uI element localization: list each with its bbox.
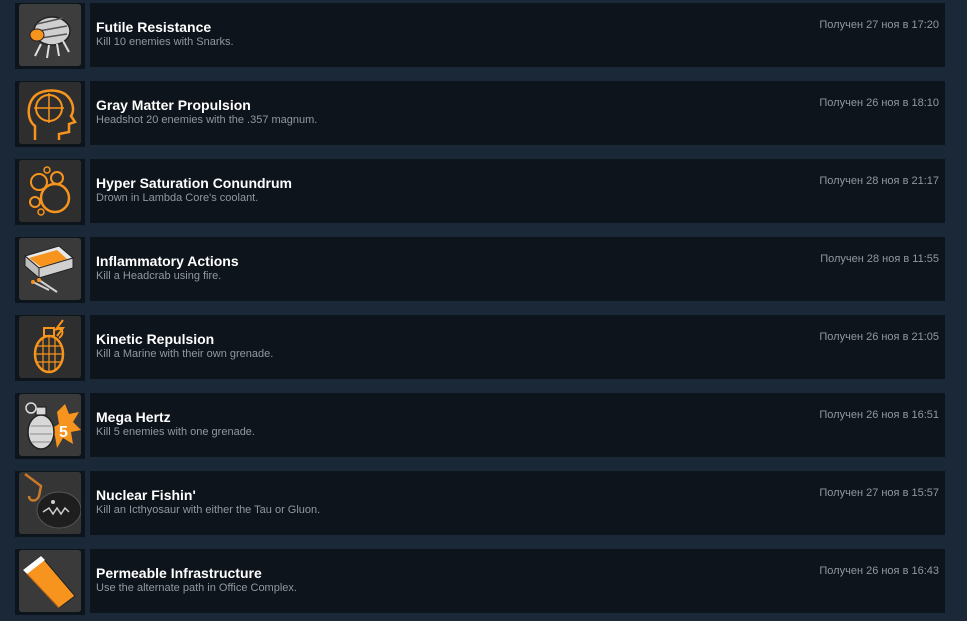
achievement-icon-frame (15, 3, 85, 69)
headshot-crosshair-icon (19, 82, 81, 144)
achievement-description: Kill 5 enemies with one grenade. (96, 426, 255, 438)
snark-icon (19, 4, 81, 66)
achievement-description: Use the alternate path in Office Complex… (96, 582, 297, 594)
achievement-row: Inflammatory Actions Kill a Headcrab usi… (15, 237, 945, 303)
achievement-panel: Mega Hertz Kill 5 enemies with one grena… (90, 393, 945, 457)
achievement-list: Futile Resistance Kill 10 enemies with S… (0, 0, 967, 621)
achievement-icon-frame (15, 237, 85, 303)
achievement-description: Kill an Icthyosaur with either the Tau o… (96, 504, 321, 516)
achievement-title: Hyper Saturation Conundrum (96, 175, 293, 191)
achievement-icon-frame (15, 549, 85, 615)
achievement-unlock-date: Получен 26 ноя в 16:51 (819, 409, 939, 421)
achievement-row: Permeable Infrastructure Use the alterna… (15, 549, 945, 615)
achievement-unlock-date: Получен 28 ноя в 11:55 (820, 253, 939, 265)
achievement-description: Kill 10 enemies with Snarks. (96, 36, 234, 48)
achievement-icon-frame (15, 81, 85, 147)
achievement-title: Inflammatory Actions (96, 253, 239, 269)
achievement-unlock-date: Получен 27 ноя в 15:57 (819, 487, 939, 499)
vent-panel-icon (19, 550, 81, 612)
matchbox-icon (19, 238, 81, 300)
achievement-panel: Inflammatory Actions Kill a Headcrab usi… (90, 237, 945, 301)
achievement-description: Headshot 20 enemies with the .357 magnum… (96, 114, 318, 126)
achievement-row: Kinetic Repulsion Kill a Marine with the… (15, 315, 945, 381)
achievement-panel: Permeable Infrastructure Use the alterna… (90, 549, 945, 613)
svg-text:5: 5 (59, 424, 68, 441)
achievement-row: Hyper Saturation Conundrum Drown in Lamb… (15, 159, 945, 225)
achievement-icon-frame (15, 315, 85, 381)
achievement-panel: Kinetic Repulsion Kill a Marine with the… (90, 315, 945, 379)
achievement-panel: Futile Resistance Kill 10 enemies with S… (90, 3, 945, 67)
achievement-row: 5 Mega Hertz Kill 5 enemies with one gre… (15, 393, 945, 459)
achievement-panel: Nuclear Fishin' Kill an Icthyosaur with … (90, 471, 945, 535)
achievement-description: Kill a Marine with their own grenade. (96, 348, 274, 360)
achievement-title: Mega Hertz (96, 409, 171, 425)
achievement-unlock-date: Получен 26 ноя в 21:05 (819, 331, 939, 343)
achievement-row: Gray Matter Propulsion Headshot 20 enemi… (15, 81, 945, 147)
achievement-title: Futile Resistance (96, 19, 212, 35)
achievement-row: Nuclear Fishin' Kill an Icthyosaur with … (15, 471, 945, 537)
grenade-icon (19, 316, 81, 378)
fishing-hook-icon (19, 472, 81, 534)
achievement-title: Kinetic Repulsion (96, 331, 215, 347)
achievement-title: Permeable Infrastructure (96, 565, 262, 581)
achievement-title: Gray Matter Propulsion (96, 97, 251, 113)
achievement-panel: Hyper Saturation Conundrum Drown in Lamb… (90, 159, 945, 223)
achievement-title: Nuclear Fishin' (96, 487, 196, 503)
achievement-description: Drown in Lambda Core's coolant. (96, 192, 259, 204)
achievement-unlock-date: Получен 26 ноя в 16:43 (819, 565, 939, 577)
bubbles-icon (19, 160, 81, 222)
grenade-burst-5-icon: 5 (19, 394, 81, 456)
achievement-panel: Gray Matter Propulsion Headshot 20 enemi… (90, 81, 945, 145)
achievement-description: Kill a Headcrab using fire. (96, 270, 222, 282)
achievement-icon-frame (15, 159, 85, 225)
achievement-row: Futile Resistance Kill 10 enemies with S… (15, 3, 945, 69)
achievement-icon-frame: 5 (15, 393, 85, 459)
achievement-unlock-date: Получен 27 ноя в 17:20 (819, 19, 939, 31)
achievement-unlock-date: Получен 28 ноя в 21:17 (819, 175, 939, 187)
achievement-icon-frame (15, 471, 85, 537)
achievement-unlock-date: Получен 26 ноя в 18:10 (819, 97, 939, 109)
